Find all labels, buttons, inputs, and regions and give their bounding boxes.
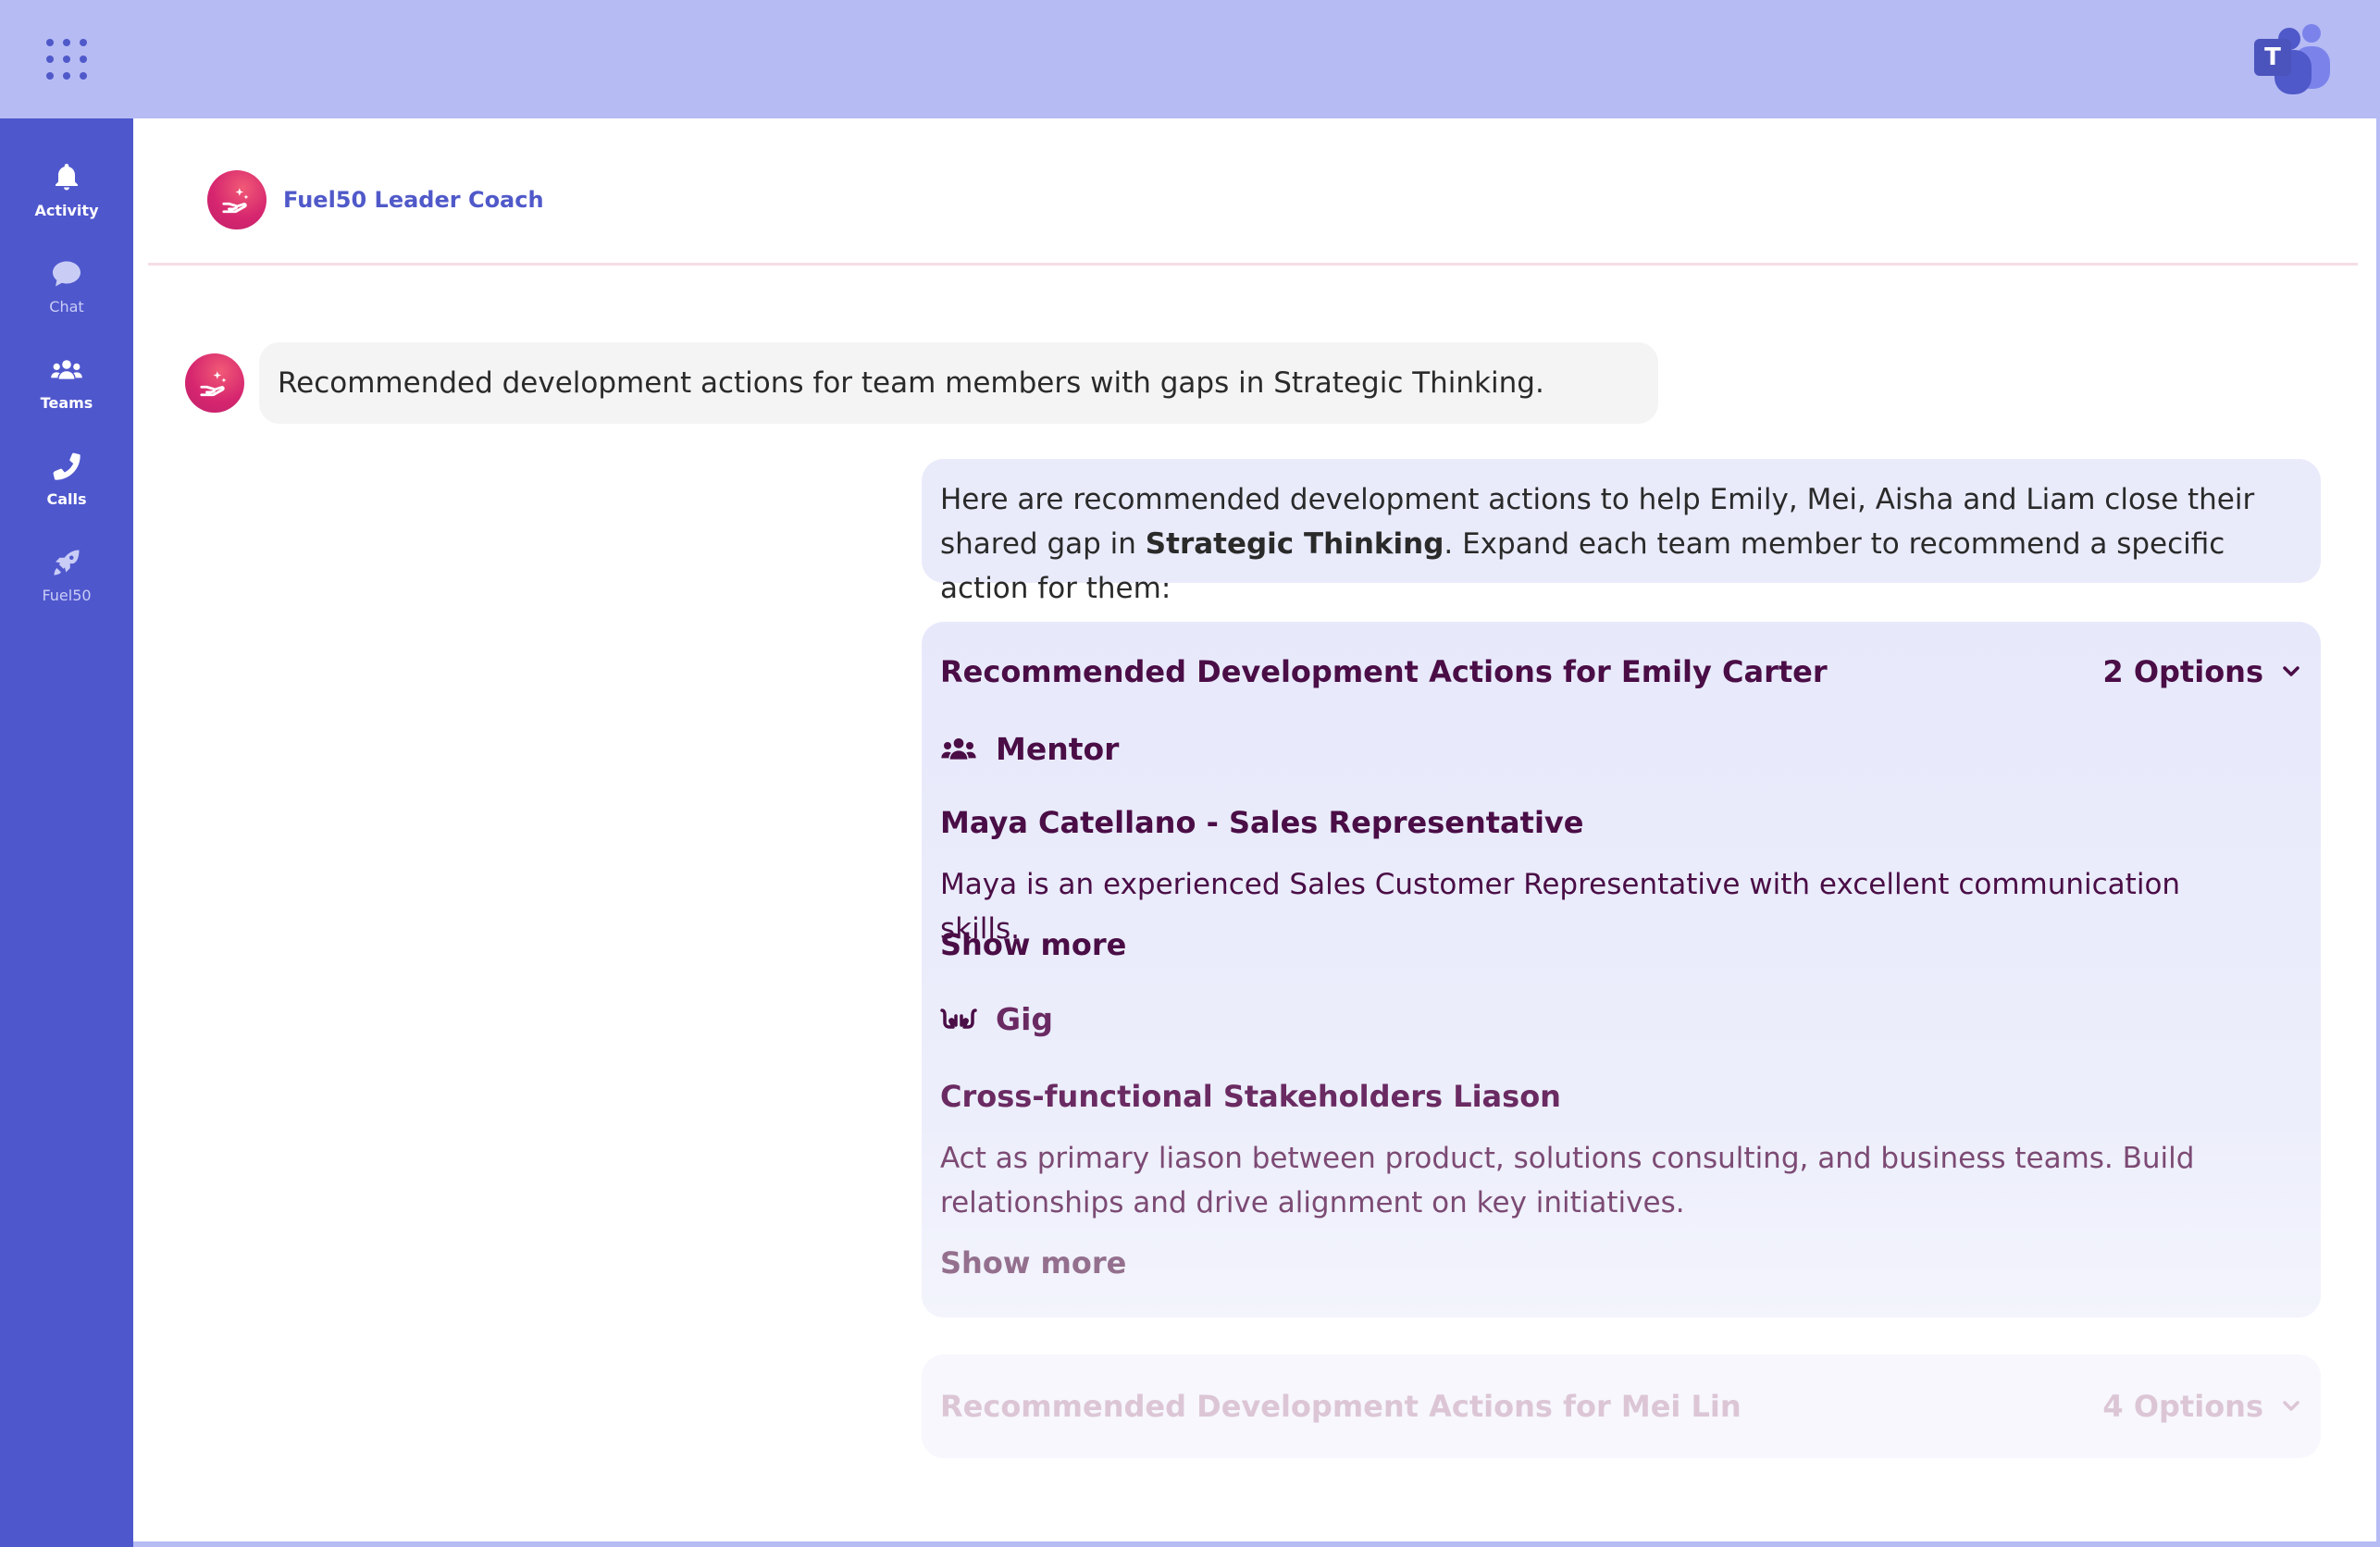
reply-bold-skill: Strategic Thinking — [1145, 527, 1444, 561]
chat-header: Fuel50 Leader Coach — [207, 170, 544, 229]
rocket-icon — [54, 550, 80, 575]
chevron-down-icon — [2283, 1401, 2299, 1411]
user-message-row: Recommended development actions for team… — [185, 342, 1658, 424]
mentor-name: Maya Catellano - Sales Representative — [940, 805, 1584, 840]
options-count: 2 Options — [2102, 654, 2263, 689]
gig-description: Act as primary liason between product, s… — [940, 1142, 2195, 1219]
app-launcher-icon[interactable] — [46, 39, 87, 80]
section-mentor: Mentor — [940, 731, 1119, 767]
bot-avatar — [207, 170, 267, 229]
nav-item-activity[interactable]: Activity — [0, 155, 133, 239]
teams-logo-icon: T — [2254, 24, 2330, 94]
show-more-link[interactable]: Show more — [940, 927, 1126, 962]
gig-title: Cross-functional Stakeholders Liason — [940, 1079, 1561, 1114]
mentor-description: Maya is an experienced Sales Customer Re… — [940, 868, 2181, 946]
bell-icon — [56, 164, 78, 191]
chat-panel: Fuel50 Leader Coach Recommended developm… — [133, 118, 2376, 1541]
nav-label-calls: Calls — [46, 490, 87, 508]
nav-item-teams[interactable]: Teams — [0, 348, 133, 431]
hands-icon — [940, 1008, 977, 1029]
people-icon — [51, 360, 82, 379]
section-label: Gig — [996, 1001, 1054, 1037]
sidebar: Activity Chat Teams Calls Fuel50 — [0, 118, 133, 1547]
show-more-link[interactable]: Show more — [940, 1245, 1126, 1281]
people-icon — [941, 737, 976, 760]
section-gig: Gig — [940, 1001, 1053, 1037]
top-bar: T — [0, 0, 2380, 118]
message-avatar — [185, 353, 244, 413]
options-toggle[interactable]: 4 Options — [2102, 1389, 2302, 1424]
phone-icon — [53, 452, 81, 480]
nav-label-chat: Chat — [49, 298, 84, 316]
message-bubble: Recommended development actions for team… — [259, 342, 1658, 424]
options-toggle[interactable]: 2 Options — [2102, 654, 2302, 689]
card-title: Recommended Development Actions for Emil… — [940, 654, 1828, 689]
coach-hand-sparkle-icon — [200, 371, 227, 397]
nav-item-fuel50[interactable]: Fuel50 — [0, 540, 133, 624]
nav-label-teams: Teams — [40, 394, 93, 412]
card-title: Recommended Development Actions for Mei … — [940, 1389, 1742, 1424]
section-label: Mentor — [996, 731, 1120, 767]
reply-bubble: Here are recommended development actions… — [922, 459, 2321, 605]
recommendation-card-emily: Recommended Development Actions for Emil… — [922, 622, 2321, 1318]
coach-hand-sparkle-icon — [222, 188, 249, 214]
chat-icon — [53, 261, 81, 287]
nav-item-calls[interactable]: Calls — [0, 444, 133, 527]
header-divider — [148, 263, 2358, 266]
bot-name[interactable]: Fuel50 Leader Coach — [283, 187, 544, 213]
recommendation-card-mei[interactable]: Recommended Development Actions for Mei … — [922, 1355, 2321, 1458]
chevron-down-icon — [2283, 666, 2299, 676]
card-header[interactable]: Recommended Development Actions for Emil… — [940, 650, 2302, 694]
teams-logo-letter: T — [2264, 43, 2281, 71]
nav-item-chat[interactable]: Chat — [0, 252, 133, 335]
nav-label-activity: Activity — [34, 202, 99, 219]
nav-label-fuel50: Fuel50 — [42, 587, 92, 604]
options-count: 4 Options — [2102, 1389, 2263, 1424]
